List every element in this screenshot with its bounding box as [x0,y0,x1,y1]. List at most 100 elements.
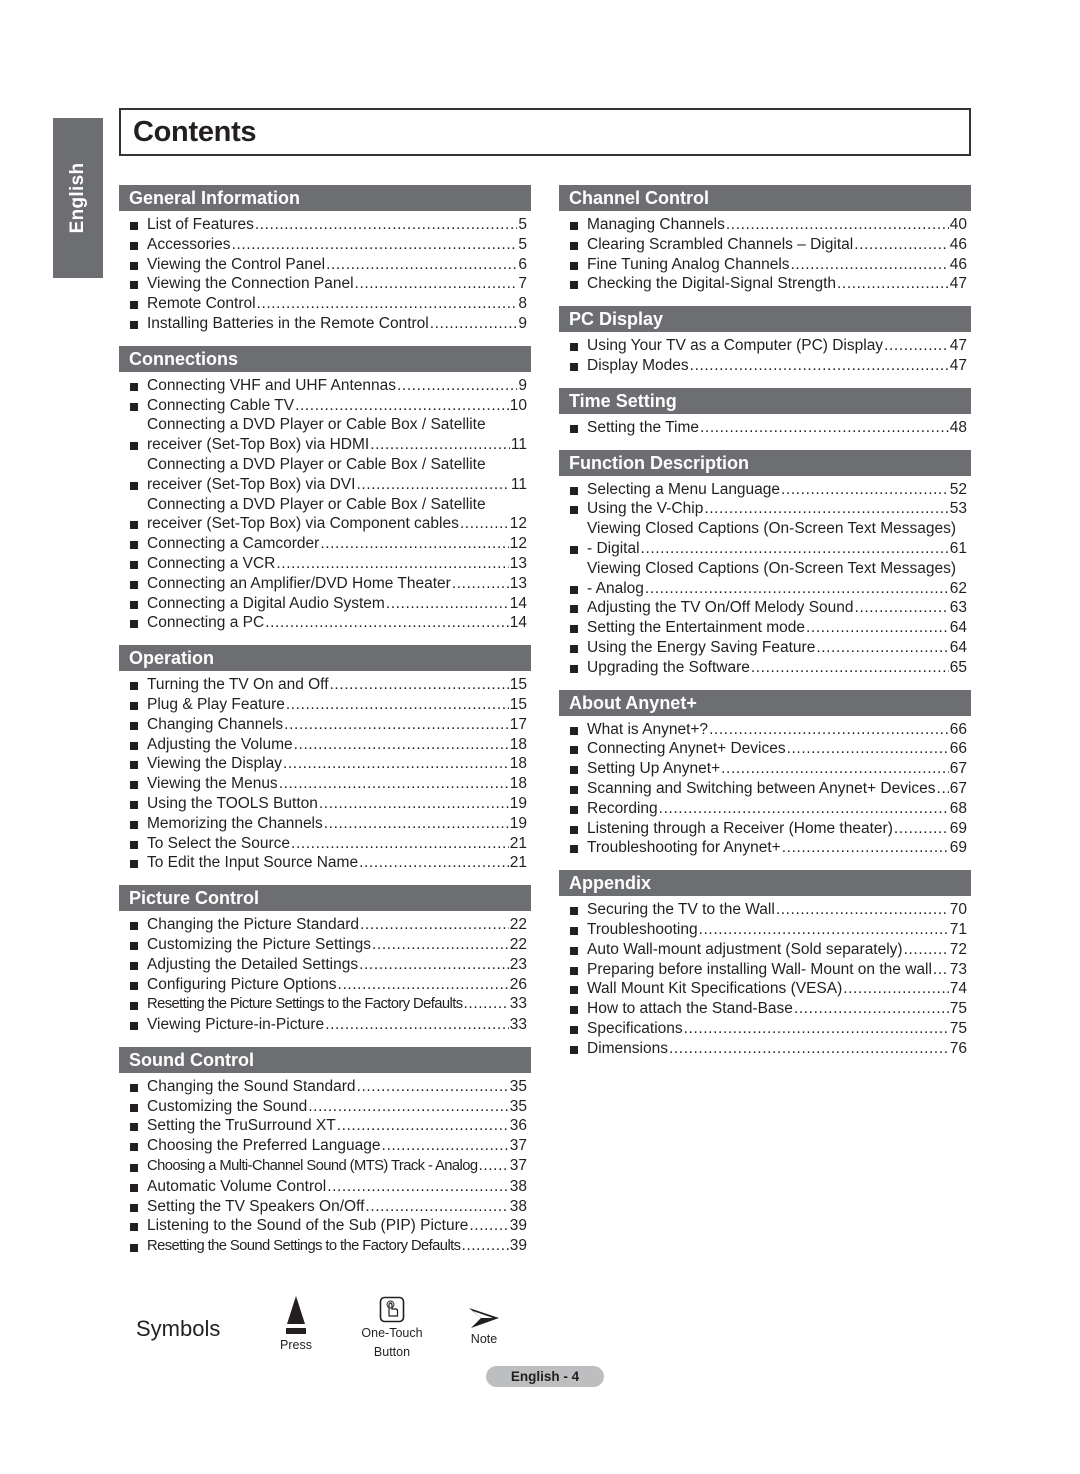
toc-entry-title: Setting the TruSurround XT [147,1117,336,1135]
toc-entry[interactable]: Connecting Cable TV 10 [119,396,531,416]
toc-entry[interactable]: To Edit the Input Source Name 21 [119,853,531,873]
symbol-press-label: Press [280,1338,312,1352]
toc-entry[interactable]: Changing Channels 17 [119,715,531,735]
toc-entry[interactable]: Resetting the Picture Settings to the Fa… [119,994,531,1015]
toc-entry[interactable]: Viewing Closed Captions (On-Screen Text … [559,559,971,599]
toc-entry[interactable]: Connecting a VCR 13 [119,554,531,574]
toc-entry-page: 33 [509,995,527,1013]
toc-entry[interactable]: Upgrading the Software 65 [559,658,971,678]
square-bullet-icon [129,1177,147,1197]
toc-entry[interactable]: Adjusting the Detailed Settings 23 [119,955,531,975]
toc-entry[interactable]: Viewing the Connection Panel 7 [119,274,531,294]
toc-entry[interactable]: Setting the TV Speakers On/Off 38 [119,1197,531,1217]
toc-entry[interactable]: Connecting a DVD Player or Cable Box / S… [119,455,531,495]
toc-entry[interactable]: Customizing the Picture Settings 22 [119,935,531,955]
toc-entry[interactable]: Connecting Anynet+ Devices 66 [559,739,971,759]
toc-entry[interactable]: Changing the Sound Standard 35 [119,1077,531,1097]
toc-entry[interactable]: Changing the Picture Standard 22 [119,915,531,935]
toc-entry[interactable]: Recording 68 [559,799,971,819]
toc-entry[interactable]: Setting the Entertainment mode 64 [559,618,971,638]
toc-entry-title-line1: Viewing Closed Captions (On-Screen Text … [587,559,957,577]
toc-entry[interactable]: Connecting an Amplifier/DVD Home Theater… [119,574,531,594]
toc-entry-page: 52 [949,480,967,498]
toc-entry[interactable]: Adjusting the TV On/Off Melody Sound 63 [559,598,971,618]
toc-entry[interactable]: Troubleshooting for Anynet+ 69 [559,838,971,858]
toc-entry[interactable]: Automatic Volume Control 38 [119,1177,531,1197]
dot-leader [295,396,509,416]
toc-entry-title: Listening to the Sound of the Sub (PIP) … [147,1217,469,1235]
toc-entry[interactable]: Listening through a Receiver (Home theat… [559,819,971,839]
toc-entry[interactable]: Using Your TV as a Computer (PC) Display… [559,336,971,356]
toc-entry[interactable]: Using the Energy Saving Feature 64 [559,638,971,658]
toc-entry-title: - Digital [587,539,640,557]
toc-entry[interactable]: Preparing before installing Wall- Mount … [559,960,971,980]
toc-entry[interactable]: Plug & Play Feature 15 [119,695,531,715]
toc-entry[interactable]: Connecting VHF and UHF Antennas 9 [119,376,531,396]
page-number-badge: English - 4 [486,1366,604,1387]
toc-entry[interactable]: Choosing the Preferred Language 37 [119,1136,531,1156]
toc-entry[interactable]: To Select the Source 21 [119,834,531,854]
toc-entry[interactable]: Using the V-Chip 53 [559,499,971,519]
toc-entry[interactable]: Turning the TV On and Off 15 [119,675,531,695]
toc-entry[interactable]: Connecting a Digital Audio System 14 [119,594,531,614]
toc-entry[interactable]: List of Features 5 [119,215,531,235]
toc-entry[interactable]: Display Modes 47 [559,356,971,376]
dot-leader [894,819,949,839]
toc-entry[interactable]: Viewing Picture-in-Picture 33 [119,1015,531,1035]
toc-entry[interactable]: Choosing a Multi-Channel Sound (MTS) Tra… [119,1156,531,1177]
toc-entry[interactable]: Connecting a DVD Player or Cable Box / S… [119,495,531,535]
toc-entry-page: 76 [949,1039,967,1057]
section-header: Channel Control [559,185,971,211]
toc-entry[interactable]: Specifications 75 [559,1019,971,1039]
toc-entry[interactable]: Managing Channels 40 [559,215,971,235]
toc-entry[interactable]: Customizing the Sound 35 [119,1097,531,1117]
toc-entry[interactable]: Securing the TV to the Wall 70 [559,900,971,920]
toc-entry[interactable]: Connecting a Camcorder 12 [119,534,531,554]
toc-entry[interactable]: Connecting a PC 14 [119,613,531,633]
toc-entry[interactable]: Scanning and Switching between Anynet+ D… [559,779,971,799]
toc-entry[interactable]: Resetting the Sound Settings to the Fact… [119,1236,531,1257]
toc-entry[interactable]: Listening to the Sound of the Sub (PIP) … [119,1216,531,1236]
toc-entry[interactable]: Memorizing the Channels 19 [119,814,531,834]
toc-section: Time Setting Setting the Time 48 [559,387,971,438]
toc-entry[interactable]: Setting Up Anynet+ 67 [559,759,971,779]
toc-entry-title: Connecting a PC [147,614,265,632]
toc-entry-page: 9 [518,376,527,394]
toc-entry[interactable]: Adjusting the Volume 18 [119,735,531,755]
toc-entry[interactable]: Viewing Closed Captions (On-Screen Text … [559,519,971,559]
left-column: General InformationList of Features5Acce… [119,185,531,1269]
toc-entry[interactable]: Viewing the Display 18 [119,754,531,774]
dot-leader [806,618,949,638]
toc-entry[interactable]: How to attach the Stand-Base 75 [559,999,971,1019]
toc-entry[interactable]: Viewing the Menus 18 [119,774,531,794]
toc-entry[interactable]: Fine Tuning Analog Channels 46 [559,255,971,275]
toc-entry[interactable]: Installing Batteries in the Remote Contr… [119,314,531,334]
dot-leader [816,638,948,658]
toc-entry[interactable]: Setting the Time 48 [559,418,971,438]
toc-entry-title: Adjusting the Detailed Settings [147,955,359,973]
symbol-one-touch-button: One-Touch Button [354,1296,430,1362]
toc-entry[interactable]: Dimensions 76 [559,1039,971,1059]
toc-entry[interactable]: Configuring Picture Options 26 [119,975,531,995]
toc-entry[interactable]: Using the TOOLS Button 19 [119,794,531,814]
toc-entry[interactable]: Troubleshooting 71 [559,920,971,940]
toc-entry[interactable]: Auto Wall-mount adjustment (Sold separat… [559,940,971,960]
dot-leader [700,418,949,438]
toc-entry[interactable]: Remote Control 8 [119,294,531,314]
toc-entry-title: Troubleshooting for Anynet+ [587,839,781,857]
toc-entry[interactable]: Viewing the Control Panel 6 [119,255,531,275]
dot-leader [452,574,509,594]
dot-leader [319,794,509,814]
toc-entry[interactable]: Connecting a DVD Player or Cable Box / S… [119,415,531,455]
dot-leader [469,1216,508,1236]
toc-entry-title: Using the Energy Saving Feature [587,638,816,656]
toc-entry[interactable]: What is Anynet+? 66 [559,720,971,740]
toc-entry-title: Connecting an Amplifier/DVD Home Theater [147,574,451,592]
toc-entry[interactable]: Accessories 5 [119,235,531,255]
toc-entry[interactable]: Selecting a Menu Language 52 [559,480,971,500]
dot-leader [327,1177,509,1197]
toc-entry[interactable]: Checking the Digital-Signal Strength 47 [559,274,971,294]
toc-entry[interactable]: Setting the TruSurround XT 36 [119,1116,531,1136]
toc-entry[interactable]: Clearing Scrambled Channels – Digital 46 [559,235,971,255]
toc-entry[interactable]: Wall Mount Kit Specifications (VESA) 74 [559,979,971,999]
